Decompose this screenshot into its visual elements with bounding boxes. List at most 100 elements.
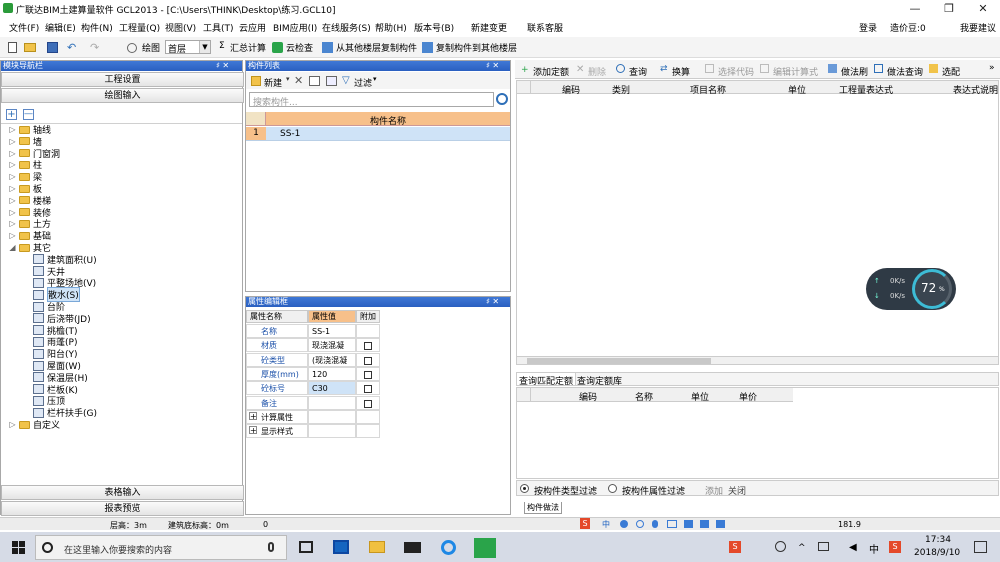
tree-item[interactable]: ▷ 梁 — [9, 171, 42, 183]
query-button[interactable]: 查询 — [629, 65, 647, 78]
glodon-app-icon[interactable] — [474, 538, 496, 558]
attach-checkbox[interactable] — [364, 342, 372, 351]
tree-item[interactable]: 屋面(W) — [33, 360, 81, 372]
edit-formula-button[interactable]: 编辑计算式 — [773, 65, 818, 78]
minimize-button[interactable]: — — [898, 0, 932, 17]
radio-type-filter[interactable] — [520, 484, 529, 493]
menu-online[interactable]: 在线服务(S) — [322, 21, 371, 34]
tree-item[interactable]: 建筑面积(U) — [33, 254, 97, 266]
add-button[interactable]: 添加 — [705, 484, 723, 497]
convert-button[interactable]: 换算 — [672, 65, 690, 78]
windows-start-icon[interactable] — [12, 541, 25, 554]
tree-item[interactable]: ▷ 门窗洞 — [9, 148, 60, 160]
attach-checkbox[interactable] — [364, 385, 372, 394]
horizontal-scrollbar[interactable] — [516, 356, 999, 365]
tree-item[interactable]: ▷ 装修 — [9, 207, 51, 219]
tree-item[interactable]: 阳台(Y) — [33, 348, 78, 360]
scrollbar-thumb[interactable] — [527, 358, 711, 364]
mic-icon[interactable] — [652, 520, 658, 528]
add-quota-button[interactable]: 添加定额 — [533, 65, 569, 78]
tree-item[interactable]: 雨蓬(P) — [33, 336, 77, 348]
emoji-icon[interactable] — [636, 520, 644, 528]
project-settings-button[interactable]: 工程设置 — [1, 72, 244, 87]
clock-time[interactable]: 17:34 — [925, 535, 951, 545]
tree-item[interactable]: 天井 — [33, 266, 65, 278]
menu-quantity[interactable]: 工程量(Q) — [119, 21, 160, 34]
mail-icon[interactable] — [404, 542, 421, 553]
copy-from-floor-button[interactable]: 从其他楼层复制构件 — [336, 41, 417, 54]
property-row[interactable]: 厚度(mm) 120 — [246, 366, 380, 381]
property-value[interactable]: 120 — [308, 366, 356, 381]
expand-arrow-icon[interactable]: ▷ — [9, 172, 16, 181]
radio-type-filter-label[interactable]: 按构件类型过滤 — [534, 484, 597, 497]
table-input-button[interactable]: 表格输入 — [1, 485, 244, 500]
sogou-tray-icon[interactable]: S — [889, 541, 901, 553]
tab-quota-library[interactable]: 查询定额库 — [577, 374, 622, 387]
pin-close-icon[interactable]: ♯ ✕ — [486, 297, 499, 307]
attach-checkbox[interactable] — [364, 356, 372, 365]
close-button[interactable]: ✕ — [966, 0, 1000, 17]
property-row[interactable]: 名称 SS-1 — [246, 324, 380, 338]
dropdown-arrow-icon[interactable]: ▾ — [373, 75, 377, 83]
expand-all-button[interactable]: + — [6, 109, 17, 120]
suggest-link[interactable]: 我要建议 — [960, 21, 996, 34]
mic-icon[interactable] — [268, 542, 274, 552]
edge-icon[interactable] — [441, 540, 456, 555]
method-query-button[interactable]: 做法查询 — [887, 65, 923, 78]
menu-component[interactable]: 构件(N) — [81, 21, 113, 34]
layer-icon[interactable] — [326, 76, 337, 86]
menu-cloud[interactable]: 云应用 — [239, 21, 266, 34]
notification-icon[interactable] — [974, 541, 987, 553]
expand-arrow-icon[interactable]: ▷ — [9, 208, 16, 217]
redo-icon[interactable]: ↷ — [90, 41, 99, 54]
sogou-tray-icon[interactable]: S — [729, 541, 741, 553]
menu-bim[interactable]: BIM应用(I) — [273, 21, 317, 34]
copy-icon[interactable] — [309, 76, 320, 86]
filter-button[interactable]: 过滤 — [354, 76, 372, 89]
method-brush-button[interactable]: 做法刷 — [841, 65, 868, 78]
search-icon[interactable] — [496, 93, 508, 105]
toolbox-icon[interactable] — [716, 520, 725, 528]
app-taskbar-icon[interactable] — [333, 540, 349, 554]
attach-checkbox[interactable] — [364, 399, 372, 408]
property-row[interactable]: 砼类型 (现浇混凝 — [246, 352, 380, 367]
restore-button[interactable]: ❐ — [932, 0, 966, 17]
report-preview-button[interactable]: 报表预览 — [1, 501, 244, 516]
component-search-input[interactable]: 搜索构件... — [249, 92, 494, 108]
skin-icon[interactable] — [684, 520, 693, 528]
network-icon[interactable] — [818, 542, 829, 551]
property-group-row[interactable]: + 计算属性 — [246, 409, 380, 424]
sogou-icon[interactable]: S — [580, 518, 590, 529]
shirt-icon[interactable] — [700, 520, 709, 528]
drawing-input-button[interactable]: 绘图输入 — [1, 88, 244, 103]
menu-tools[interactable]: 工具(T) — [203, 21, 234, 34]
pin-close-icon[interactable]: ♯ ✕ — [486, 61, 499, 71]
draw-button[interactable]: 绘图 — [142, 41, 160, 54]
volume-icon[interactable]: ◀ — [849, 542, 857, 553]
network-speed-widget[interactable]: ↑ 0K/s ↓ 0K/s 72 % — [866, 268, 956, 310]
ime-lang[interactable]: 中 — [602, 519, 610, 530]
expand-arrow-icon[interactable]: ▷ — [9, 420, 16, 429]
tree-item[interactable]: ▷ 墙 — [9, 136, 42, 148]
tree-item[interactable]: 保温层(H) — [33, 372, 88, 384]
cost-beans[interactable]: 造价豆:0 — [890, 21, 926, 34]
method-table-body[interactable] — [516, 94, 999, 362]
collapse-arrow-icon[interactable]: ◢ — [9, 243, 16, 252]
property-value[interactable]: 现浇混凝 — [308, 338, 356, 353]
sum-calc-button[interactable]: 汇总计算 — [230, 41, 266, 54]
property-value[interactable]: (现浇混凝 — [308, 352, 356, 367]
expand-arrow-icon[interactable]: ▷ — [9, 137, 16, 146]
table-row[interactable]: 1 SS-1 — [246, 127, 510, 141]
select-code-button[interactable]: 选择代码 — [718, 65, 754, 78]
attach-checkbox[interactable] — [364, 370, 372, 379]
close-button[interactable]: 关闭 — [728, 484, 746, 497]
pin-close-icon[interactable]: ♯ ✕ — [216, 61, 229, 71]
new-component-button[interactable]: 新建 — [264, 76, 282, 89]
expand-arrow-icon[interactable]: ▷ — [9, 125, 16, 134]
menu-edit[interactable]: 编辑(E) — [45, 21, 76, 34]
tree-item[interactable]: ▷ 楼梯 — [9, 195, 51, 207]
floor-select[interactable]: 首层 ▼ — [165, 40, 211, 55]
overflow-icon[interactable]: » — [989, 63, 995, 73]
chevron-up-icon[interactable]: ^ — [798, 543, 806, 553]
match-button[interactable]: 选配 — [942, 65, 960, 78]
